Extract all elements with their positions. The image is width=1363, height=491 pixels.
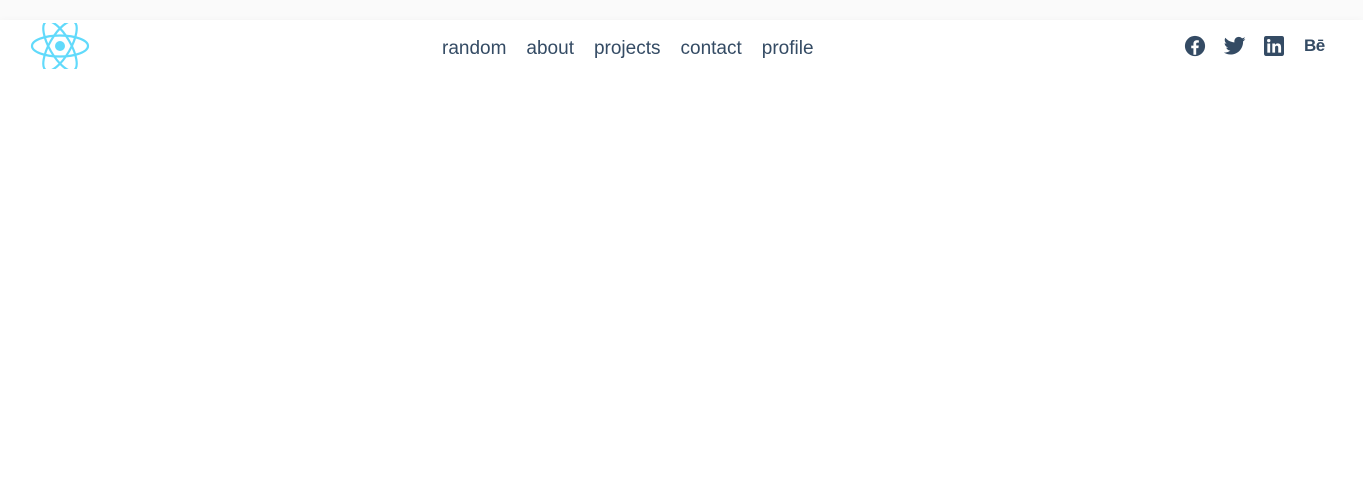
nav-link-random[interactable]: random <box>432 34 516 64</box>
react-logo-icon[interactable] <box>30 20 90 72</box>
main-content <box>0 84 1363 491</box>
react-atom-icon <box>30 20 90 72</box>
behance-link[interactable]: Bē <box>1304 34 1344 58</box>
social-links: Bē <box>1184 34 1344 58</box>
twitter-icon <box>1224 36 1246 55</box>
facebook-icon <box>1184 35 1206 57</box>
twitter-link[interactable] <box>1224 34 1264 58</box>
linkedin-link[interactable] <box>1264 34 1304 58</box>
top-strip <box>0 0 1363 20</box>
navbar: random about projects contact profile Bē <box>0 20 1363 84</box>
nav-link-projects[interactable]: projects <box>584 34 671 64</box>
main-nav: random about projects contact profile <box>432 34 824 64</box>
facebook-link[interactable] <box>1184 34 1224 58</box>
linkedin-icon <box>1264 36 1284 56</box>
nav-link-about[interactable]: about <box>516 34 584 64</box>
nav-link-profile[interactable]: profile <box>752 34 824 64</box>
behance-icon: Bē <box>1304 36 1325 55</box>
nav-link-contact[interactable]: contact <box>671 34 752 64</box>
